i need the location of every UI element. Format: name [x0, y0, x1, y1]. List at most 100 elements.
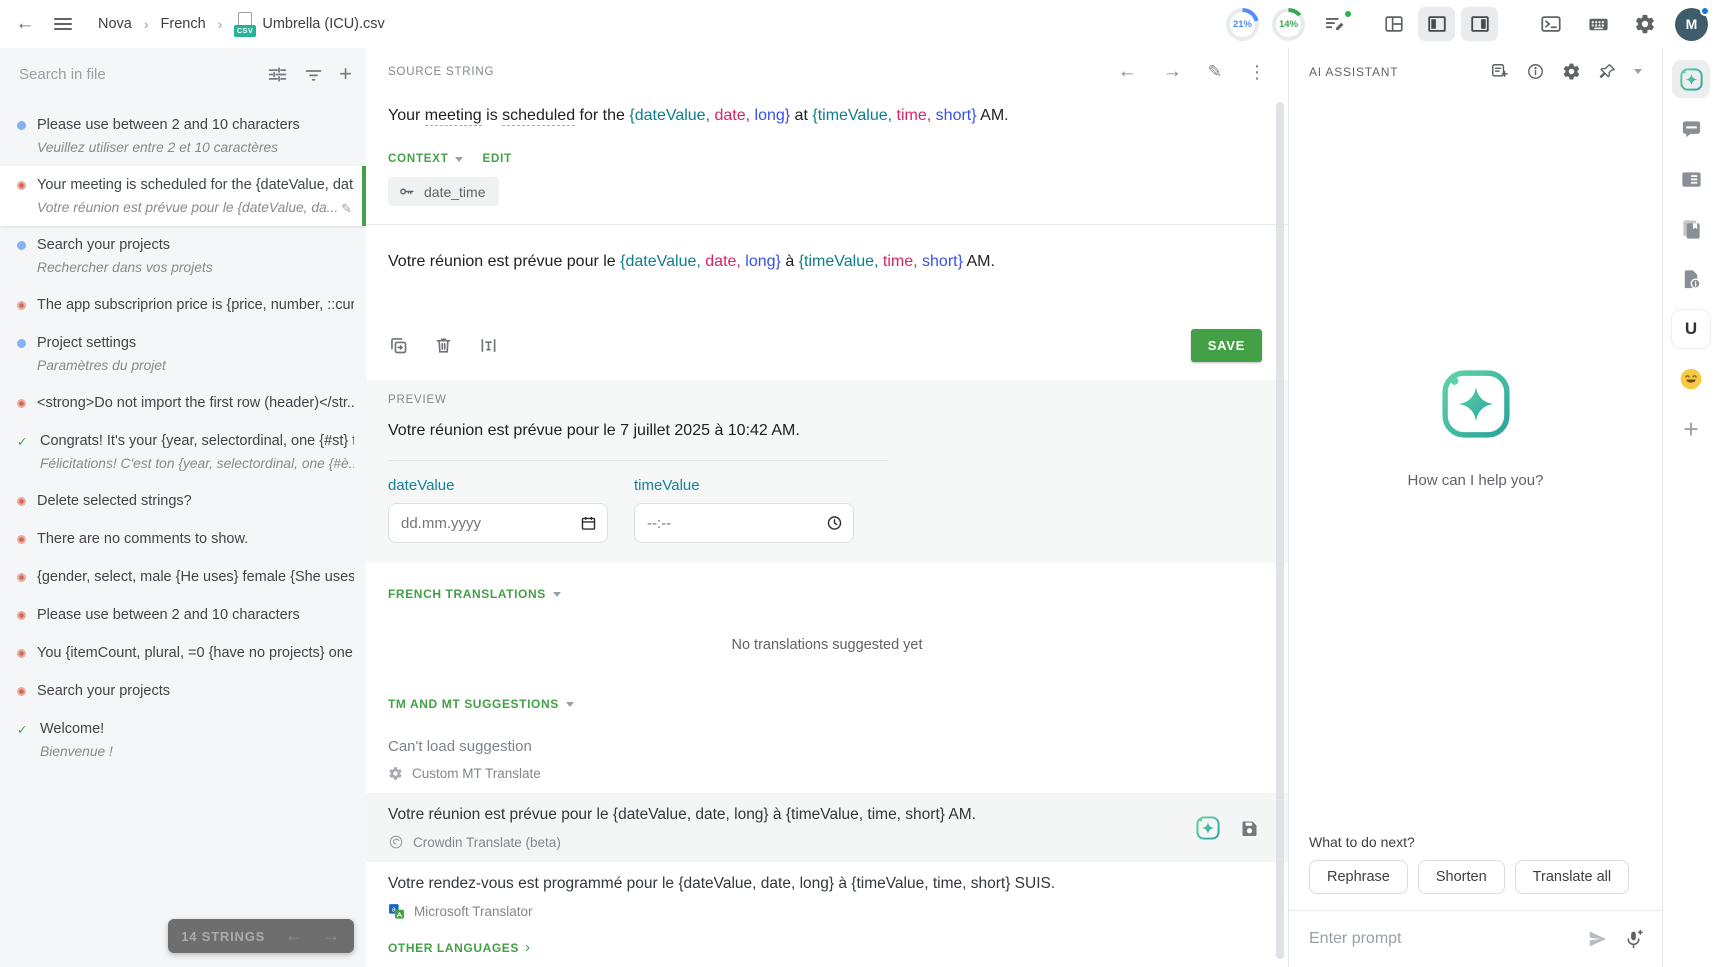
context-dropdown[interactable]: CONTEXT [388, 153, 463, 165]
menu-icon[interactable] [46, 7, 80, 41]
string-list-item[interactable]: Please use between 2 and 10 characters V… [0, 106, 366, 166]
custom-app-u-icon[interactable]: U [1672, 310, 1710, 348]
previous-page-icon[interactable]: ← [285, 926, 303, 946]
file-info-tab-icon[interactable] [1672, 260, 1710, 298]
string-list-item[interactable]: The app subscriprion price is {price, nu… [0, 286, 366, 324]
emoji-app-icon[interactable] [1672, 360, 1710, 398]
preview-fields: dateValue timeValue [388, 477, 1266, 543]
icu-token: {dateValue, [629, 107, 710, 124]
translation-input[interactable]: Votre réunion est prévue pour le {dateVa… [388, 251, 1266, 321]
translated-progress-ring[interactable]: 21% [1226, 8, 1259, 41]
string-item-texts: Please use between 2 and 10 characters V… [37, 116, 354, 156]
comments-tab-icon[interactable] [1672, 110, 1710, 148]
preview-text: Votre réunion est prévue pour le 7 juill… [388, 422, 1266, 440]
previous-string-icon[interactable]: ← [1118, 62, 1137, 81]
edit-source-icon[interactable]: ✎ [1208, 63, 1222, 80]
search-in-file-input[interactable] [17, 65, 252, 84]
copy-source-icon[interactable] [388, 335, 409, 356]
string-status-icon [17, 573, 26, 582]
filter-icon[interactable] [303, 64, 324, 85]
string-item-texts: <strong>Do not import the first row (hea… [37, 394, 354, 412]
context-panel-tab-icon[interactable] [1672, 160, 1710, 198]
advanced-filter-icon[interactable] [267, 64, 288, 85]
more-options-icon[interactable]: ⋮ [1248, 63, 1266, 81]
string-status-icon [17, 399, 26, 408]
date-value-input[interactable] [388, 503, 608, 543]
edit-context-button[interactable]: EDIT [483, 153, 512, 165]
ai-prompt-input[interactable] [1307, 929, 1573, 949]
tm-mt-suggestion[interactable]: Votre rendez-vous est programmé pour le … [366, 862, 1288, 932]
context-row: CONTEXT EDIT [388, 153, 1266, 165]
breadcrumb-project[interactable]: Nova [98, 16, 132, 32]
string-list-item[interactable]: Search your projects Rechercher dans vos… [0, 226, 366, 286]
edit-pencil-icon[interactable]: ✎ [341, 201, 352, 217]
string-list-item[interactable]: Welcome! Bienvenue ! [0, 710, 366, 770]
string-source-text: Welcome! [40, 720, 354, 738]
rephrase-button[interactable]: Rephrase [1309, 860, 1408, 894]
next-page-icon[interactable]: → [323, 926, 341, 946]
string-list-item[interactable]: There are no comments to show. [0, 520, 366, 558]
approved-progress-ring[interactable]: 14% [1272, 8, 1305, 41]
save-suggestion-icon[interactable] [1239, 818, 1260, 839]
string-list-item[interactable]: You {itemCount, plural, =0 {have no proj… [0, 634, 366, 672]
string-key-chip[interactable]: date_time [388, 177, 499, 206]
tm-mt-suggestion[interactable]: Votre réunion est prévue pour le {dateVa… [366, 793, 1288, 862]
string-status-icon [17, 497, 26, 506]
voice-input-icon[interactable] [1623, 929, 1644, 950]
clock-icon[interactable] [826, 515, 843, 532]
string-list-item[interactable]: Congrats! It's your {year, selectordinal… [0, 422, 366, 482]
shorten-button[interactable]: Shorten [1418, 860, 1505, 894]
text-format-icon[interactable] [478, 335, 499, 356]
string-status-icon [17, 721, 29, 730]
preview-label: PREVIEW [388, 394, 1266, 406]
ai-assistant-tab-icon[interactable] [1672, 60, 1710, 98]
calendar-icon[interactable] [580, 515, 597, 532]
top-bar-left: ← Nova › French › CSV Umbrella (ICU).csv [8, 7, 385, 41]
chevron-right-icon: › [218, 16, 223, 32]
string-source-text: You {itemCount, plural, =0 {have no proj… [37, 644, 354, 662]
add-app-icon[interactable]: + [1672, 410, 1710, 448]
string-list-item[interactable]: Delete selected strings? [0, 482, 366, 520]
scrollbar-thumb[interactable] [1276, 102, 1284, 959]
add-string-icon[interactable]: + [339, 61, 352, 87]
suggestion-actions [1195, 815, 1260, 841]
time-value-input[interactable] [634, 503, 854, 543]
breadcrumb-file-name: Umbrella (ICU).csv [262, 16, 384, 32]
next-string-icon[interactable]: → [1163, 62, 1182, 81]
string-item-texts: You {itemCount, plural, =0 {have no proj… [37, 644, 354, 662]
string-item-texts: Please use between 2 and 10 characters [37, 606, 354, 624]
other-languages-toggle[interactable]: OTHER LANGUAGES [388, 941, 519, 955]
string-navigation: ← → ✎ ⋮ [1118, 62, 1266, 81]
french-translations-toggle[interactable]: FRENCH TRANSLATIONS [388, 587, 546, 601]
string-list-item[interactable]: {gender, select, male {He uses} female {… [0, 558, 366, 596]
date-value-label: dateValue [388, 477, 454, 494]
string-list-item[interactable]: Please use between 2 and 10 characters [0, 596, 366, 634]
string-item-texts: Search your projects Rechercher dans vos… [37, 236, 354, 276]
translate-all-button[interactable]: Translate all [1515, 860, 1629, 894]
tm-mt-toggle[interactable]: TM AND MT SUGGESTIONS [388, 697, 559, 711]
icu-token: Votre réunion est prévue pour le [388, 253, 620, 270]
icu-token: at [790, 107, 812, 124]
hamburger-icon [54, 18, 72, 30]
glossary-tab-icon[interactable] [1672, 210, 1710, 248]
breadcrumb-file[interactable]: CSV Umbrella (ICU).csv [234, 12, 384, 37]
breadcrumb-language[interactable]: French [161, 16, 206, 32]
string-list-item[interactable]: Project settings Paramètres du projet [0, 324, 366, 384]
ai-refine-suggestion-icon[interactable] [1195, 815, 1221, 841]
string-list-item[interactable]: <strong>Do not import the first row (hea… [0, 384, 366, 422]
key-icon [398, 183, 415, 200]
send-prompt-icon[interactable] [1587, 928, 1609, 950]
strings-count-pill: 14 STRINGS ← → [168, 919, 354, 953]
save-button[interactable]: SAVE [1191, 329, 1262, 362]
ai-next-hint: What to do next? [1309, 834, 1642, 850]
clear-translation-icon[interactable] [433, 335, 454, 356]
string-item-texts: Your meeting is scheduled for the {dateV… [37, 176, 354, 216]
icu-token: long} [750, 107, 790, 124]
string-list-item[interactable]: Search your projects [0, 672, 366, 710]
tm-mt-suggestion[interactable]: Can't load suggestion a Custom MT Transl… [366, 725, 1288, 793]
ai-assistant-body: How can I help you? [1309, 21, 1642, 834]
back-icon[interactable]: ← [8, 7, 42, 41]
string-source-text: {gender, select, male {He uses} female {… [37, 568, 354, 586]
user-avatar[interactable]: M [1675, 8, 1708, 41]
string-list-item[interactable]: Your meeting is scheduled for the {dateV… [0, 166, 366, 226]
